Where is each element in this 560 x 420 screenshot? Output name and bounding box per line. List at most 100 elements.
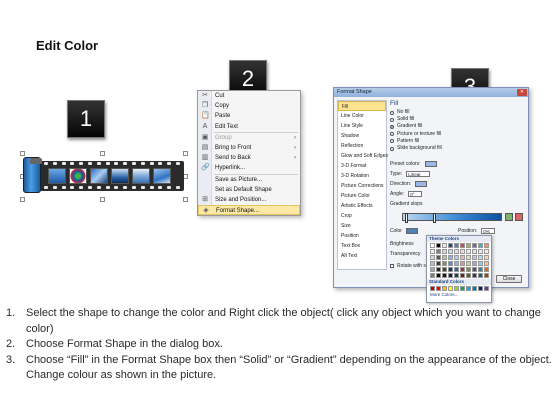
color-swatch[interactable]	[478, 267, 483, 272]
color-swatch[interactable]	[454, 255, 459, 260]
more-colors-link[interactable]: More Colors...	[427, 292, 491, 298]
color-swatch[interactable]	[460, 255, 465, 260]
checkbox-icon[interactable]	[390, 264, 394, 268]
menu-item-format-shape[interactable]: ◈ Format Shape...	[198, 205, 300, 216]
color-swatch[interactable]	[430, 249, 435, 254]
menu-item-paste[interactable]: 📋 Paste	[198, 111, 300, 121]
menu-item-edit-text[interactable]: A Edit Text	[198, 122, 300, 132]
color-swatch[interactable]	[484, 255, 489, 260]
menu-item-group[interactable]: ▣ Group ›	[198, 133, 300, 143]
color-swatch[interactable]	[472, 267, 477, 272]
nav-item-size[interactable]: Size	[338, 221, 386, 231]
color-swatch[interactable]	[454, 273, 459, 278]
color-swatch[interactable]	[430, 267, 435, 272]
color-swatch[interactable]	[460, 243, 465, 248]
solid-fill-option[interactable]: Solid fill	[390, 116, 526, 123]
color-swatch[interactable]	[472, 255, 477, 260]
selection-handle[interactable]	[20, 151, 25, 156]
selection-handle[interactable]	[183, 151, 188, 156]
color-swatch[interactable]	[472, 286, 477, 291]
color-swatch[interactable]	[442, 243, 447, 248]
color-swatch[interactable]	[478, 261, 483, 266]
color-swatch[interactable]	[436, 286, 441, 291]
no-fill-option[interactable]: No fill	[390, 109, 526, 116]
menu-item-hyperlink[interactable]: 🔗 Hyperlink...	[198, 163, 300, 173]
nav-item-crop[interactable]: Crop	[338, 211, 386, 221]
color-swatch[interactable]	[472, 243, 477, 248]
nav-item-shadow[interactable]: Shadow	[338, 131, 386, 141]
color-swatch[interactable]	[460, 267, 465, 272]
selection-handle[interactable]	[20, 197, 25, 202]
nav-item-fill[interactable]: Fill	[338, 101, 386, 111]
color-swatch[interactable]	[436, 267, 441, 272]
color-swatch[interactable]	[460, 273, 465, 278]
color-swatch[interactable]	[484, 267, 489, 272]
gradient-stop-handle[interactable]	[405, 213, 408, 223]
selection-handle[interactable]	[100, 197, 105, 202]
gradient-fill-option[interactable]: Gradient fill	[390, 123, 526, 130]
color-swatch[interactable]	[484, 261, 489, 266]
selection-handle[interactable]	[100, 151, 105, 156]
menu-item-cut[interactable]: ✂ Cut	[198, 91, 300, 101]
nav-item-3d-rotation[interactable]: 3-D Rotation	[338, 171, 386, 181]
color-swatch[interactable]	[436, 255, 441, 260]
nav-item-line-style[interactable]: Line Style	[338, 121, 386, 131]
remove-stop-icon[interactable]	[515, 213, 523, 221]
color-swatch[interactable]	[484, 249, 489, 254]
menu-item-size-position[interactable]: ⊞ Size and Position...	[198, 195, 300, 205]
color-swatch[interactable]	[466, 255, 471, 260]
color-swatch[interactable]	[478, 255, 483, 260]
color-swatch[interactable]	[436, 261, 441, 266]
color-swatch[interactable]	[472, 273, 477, 278]
slide-background-fill-option[interactable]: Slide background fill	[390, 145, 526, 152]
color-swatch[interactable]	[472, 261, 477, 266]
nav-item-picture-corrections[interactable]: Picture Corrections	[338, 181, 386, 191]
color-swatch[interactable]	[454, 243, 459, 248]
nav-item-line-color[interactable]: Line Color	[338, 111, 386, 121]
color-swatch[interactable]	[454, 267, 459, 272]
close-icon[interactable]: ✕	[517, 89, 527, 96]
color-swatch[interactable]	[436, 243, 441, 248]
color-swatch[interactable]	[442, 267, 447, 272]
color-swatch[interactable]	[448, 267, 453, 272]
color-swatch[interactable]	[460, 261, 465, 266]
color-swatch[interactable]	[442, 273, 447, 278]
color-swatch[interactable]	[448, 286, 453, 291]
color-swatch[interactable]	[478, 286, 483, 291]
color-swatch[interactable]	[448, 261, 453, 266]
close-button[interactable]: Close	[496, 275, 522, 283]
nav-item-picture-color[interactable]: Picture Color	[338, 191, 386, 201]
color-swatch[interactable]	[436, 249, 441, 254]
position-input[interactable]: 0%	[481, 228, 496, 234]
color-swatch[interactable]	[454, 286, 459, 291]
selection-handle[interactable]	[183, 197, 188, 202]
direction-button[interactable]	[415, 181, 428, 187]
menu-item-set-default-shape[interactable]: Set as Default Shape	[198, 185, 300, 195]
color-swatch[interactable]	[430, 255, 435, 260]
color-swatch[interactable]	[448, 273, 453, 278]
color-swatch[interactable]	[478, 273, 483, 278]
color-swatch[interactable]	[466, 286, 471, 291]
color-swatch[interactable]	[460, 249, 465, 254]
color-swatch[interactable]	[430, 243, 435, 248]
color-swatch[interactable]	[442, 261, 447, 266]
nav-item-position[interactable]: Position	[338, 231, 386, 241]
film-strip-shape[interactable]	[20, 151, 190, 202]
color-swatch[interactable]	[442, 255, 447, 260]
color-swatch[interactable]	[448, 249, 453, 254]
color-swatch[interactable]	[466, 273, 471, 278]
color-swatch[interactable]	[478, 243, 483, 248]
nav-item-alt-text[interactable]: Alt Text	[338, 251, 386, 261]
nav-item-glow[interactable]: Glow and Soft Edges	[338, 151, 388, 161]
color-swatch[interactable]	[484, 273, 489, 278]
color-swatch[interactable]	[442, 249, 447, 254]
color-swatch[interactable]	[466, 249, 471, 254]
gradient-stop-handle[interactable]	[433, 213, 436, 223]
color-swatch[interactable]	[466, 267, 471, 272]
type-dropdown[interactable]: Linear	[406, 171, 431, 177]
color-swatch[interactable]	[430, 261, 435, 266]
color-swatch[interactable]	[448, 243, 453, 248]
angle-input[interactable]: 0°	[408, 191, 423, 197]
menu-item-bring-to-front[interactable]: ▤ Bring to Front ›	[198, 143, 300, 153]
nav-item-3d-format[interactable]: 3-D Format	[338, 161, 386, 171]
